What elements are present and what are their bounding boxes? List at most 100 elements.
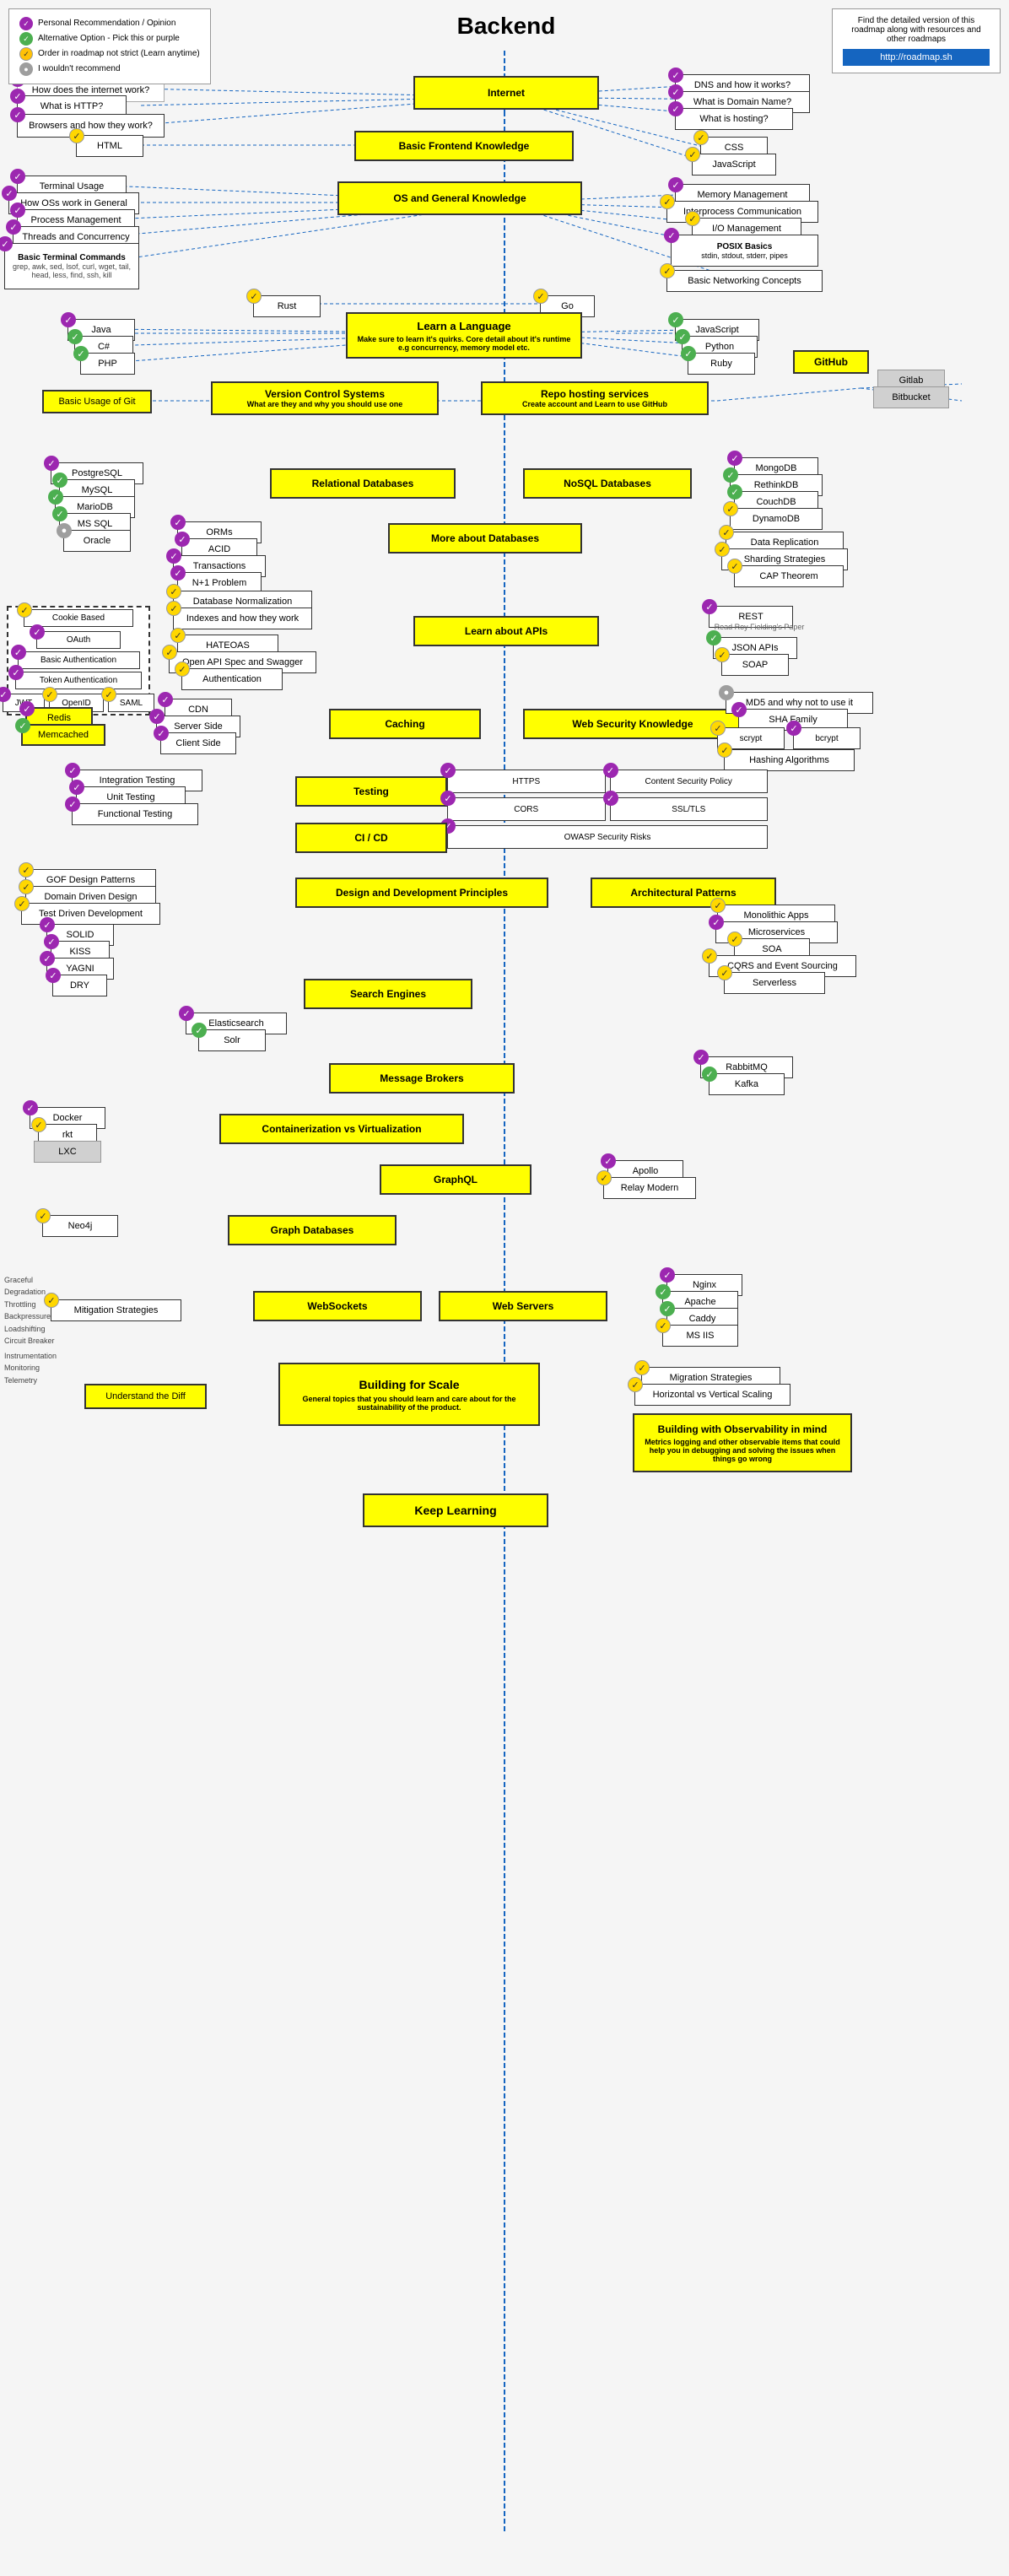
containerization-node: Containerization vs Virtualization bbox=[219, 1114, 464, 1144]
icon-domain: ✓ bbox=[668, 84, 683, 100]
observability-labels: Instrumentation Monitoring Telemetry bbox=[4, 1350, 57, 1386]
legend-item-yellow: ✓ Order in roadmap not strict (Learn any… bbox=[19, 46, 200, 62]
keep-learning-node: Keep Learning bbox=[363, 1493, 548, 1527]
basic-auth-node: ✓ Basic Authentication bbox=[18, 651, 140, 669]
icon-cdn: ✓ bbox=[158, 692, 173, 707]
icon-md5: ● bbox=[719, 685, 734, 700]
icon-kafka: ✓ bbox=[702, 1067, 717, 1082]
observability-node: Building with Observability in mind Metr… bbox=[633, 1413, 852, 1472]
legend-text-green: Alternative Option - Pick this or purple bbox=[38, 31, 180, 46]
icon-neo4j: ✓ bbox=[35, 1208, 51, 1223]
ruby-node: ✓ Ruby bbox=[688, 353, 755, 375]
icon-cap: ✓ bbox=[727, 559, 742, 574]
icon-threads: ✓ bbox=[6, 219, 21, 235]
hosting-node: ✓ What is hosting? bbox=[675, 108, 793, 130]
icon-oracle: ● bbox=[57, 523, 72, 538]
serverless-node: ✓ Serverless bbox=[724, 972, 825, 994]
legend-text-purple: Personal Recommendation / Opinion bbox=[38, 16, 175, 31]
icon-normalization: ✓ bbox=[166, 584, 181, 599]
icon-dry: ✓ bbox=[46, 968, 61, 983]
relational-db-node: Relational Databases bbox=[270, 468, 456, 499]
dynamodb-node: ✓ DynamoDB bbox=[730, 508, 823, 530]
icon-sha: ✓ bbox=[731, 702, 747, 717]
solr-node: ✓ Solr bbox=[198, 1029, 266, 1051]
icon-terminal: ✓ bbox=[10, 169, 25, 184]
icon-migration: ✓ bbox=[634, 1360, 650, 1375]
oracle-node: ● Oracle bbox=[63, 530, 131, 552]
websockets-node: WebSockets bbox=[253, 1291, 422, 1321]
rust-node: ✓ Rust bbox=[253, 295, 321, 317]
relay-node: ✓ Relay Modern bbox=[603, 1177, 696, 1199]
ssltls-node: ✓ SSL/TLS bbox=[610, 797, 769, 821]
icon-solid: ✓ bbox=[40, 917, 55, 932]
icon-indexes: ✓ bbox=[166, 601, 181, 616]
security-protocols-grid: ✓ HTTPS ✓ Content Security Policy ✓ CORS… bbox=[447, 770, 768, 849]
bitbucket-node: Bitbucket bbox=[873, 386, 949, 408]
icon-postgresql: ✓ bbox=[44, 456, 59, 471]
learn-apis-node: Learn about APIs bbox=[413, 616, 599, 646]
icon-ipc: ✓ bbox=[660, 194, 675, 209]
authentication-api-node: ✓ Authentication bbox=[181, 668, 283, 690]
icon-server-side: ✓ bbox=[149, 709, 165, 724]
icon-apollo: ✓ bbox=[601, 1153, 616, 1169]
icon-serverless: ✓ bbox=[717, 965, 732, 980]
web-security-node: Web Security Knowledge bbox=[523, 709, 742, 739]
building-scale-node: Building for Scale General topics that y… bbox=[278, 1363, 540, 1426]
roadmap-link-desc: Find the detailed version of this roadma… bbox=[843, 16, 990, 44]
posix-node: ✓ POSIX Basics stdin, stdout, stderr, pi… bbox=[671, 235, 818, 267]
client-side-node: ✓ Client Side bbox=[160, 732, 236, 754]
legend-item-gray: ● I wouldn't recommend bbox=[19, 62, 200, 77]
cap-theorem-node: ✓ CAP Theorem bbox=[734, 565, 844, 587]
saml-node: ✓ SAML bbox=[108, 694, 154, 712]
icon-gof: ✓ bbox=[19, 862, 34, 878]
soap-node: ✓ SOAP bbox=[721, 654, 789, 676]
icon-go: ✓ bbox=[533, 289, 548, 304]
hashing-node: ✓ Hashing Algorithms bbox=[724, 749, 855, 771]
icon-nginx: ✓ bbox=[660, 1267, 675, 1283]
icon-acid: ✓ bbox=[175, 532, 190, 547]
icon-rkt: ✓ bbox=[31, 1117, 46, 1132]
https-node: ✓ HTTPS bbox=[447, 770, 606, 793]
icon-rest: ✓ bbox=[702, 599, 717, 614]
dry-node: ✓ DRY bbox=[52, 975, 107, 996]
icon-php: ✓ bbox=[73, 346, 89, 361]
icon-horizontal-vertical: ✓ bbox=[628, 1377, 643, 1392]
icon-basic-auth: ✓ bbox=[11, 645, 26, 660]
icon-oauth: ✓ bbox=[30, 624, 45, 640]
nosql-db-node: NoSQL Databases bbox=[523, 468, 692, 499]
icon-integration-testing: ✓ bbox=[65, 763, 80, 778]
icon-process: ✓ bbox=[10, 203, 25, 218]
icon-csharp: ✓ bbox=[67, 329, 83, 344]
icon-sharding: ✓ bbox=[715, 542, 730, 557]
roadmap-url[interactable]: http://roadmap.sh bbox=[843, 49, 990, 66]
icon-os: ✓ bbox=[2, 186, 17, 201]
functional-testing-node: ✓ Functional Testing bbox=[72, 803, 198, 825]
icon-soa: ✓ bbox=[727, 932, 742, 947]
mitigation-node: ✓ Mitigation Strategies bbox=[51, 1299, 181, 1321]
owasp-node: ✓ OWASP Security Risks bbox=[447, 825, 768, 849]
search-engines-node: Search Engines bbox=[304, 979, 472, 1009]
icon-ruby: ✓ bbox=[681, 346, 696, 361]
icon-transactions: ✓ bbox=[166, 548, 181, 564]
icon-terminal-cmds: ✓ bbox=[0, 236, 13, 251]
icon-csp: ✓ bbox=[603, 763, 618, 778]
icon-js-bfk: ✓ bbox=[685, 147, 700, 162]
msiis-node: ✓ MS IIS bbox=[662, 1325, 738, 1347]
icon-replication: ✓ bbox=[719, 525, 734, 540]
main-title: Backend bbox=[380, 13, 633, 40]
icon-cqrs: ✓ bbox=[702, 948, 717, 964]
icon-js-lang: ✓ bbox=[668, 312, 683, 327]
icon-redis: ✓ bbox=[19, 701, 35, 716]
icon-hosting: ✓ bbox=[668, 101, 683, 116]
legend: ✓ Personal Recommendation / Opinion ✓ Al… bbox=[8, 8, 211, 84]
icon-docker: ✓ bbox=[23, 1100, 38, 1115]
icon-mssql: ✓ bbox=[52, 506, 67, 521]
caching-node: Caching bbox=[329, 709, 481, 739]
icon-rust: ✓ bbox=[246, 289, 262, 304]
icon-scrypt: ✓ bbox=[710, 721, 726, 736]
icon-unit-testing: ✓ bbox=[69, 780, 84, 795]
javascript-bfk-node: ✓ JavaScript bbox=[692, 154, 776, 176]
basic-frontend-node: Basic Frontend Knowledge bbox=[354, 131, 574, 161]
icon-hateoas: ✓ bbox=[170, 628, 186, 643]
auth-panel: ✓ Cookie Based ✓ OAuth ✓ Basic Authentic… bbox=[7, 606, 150, 716]
